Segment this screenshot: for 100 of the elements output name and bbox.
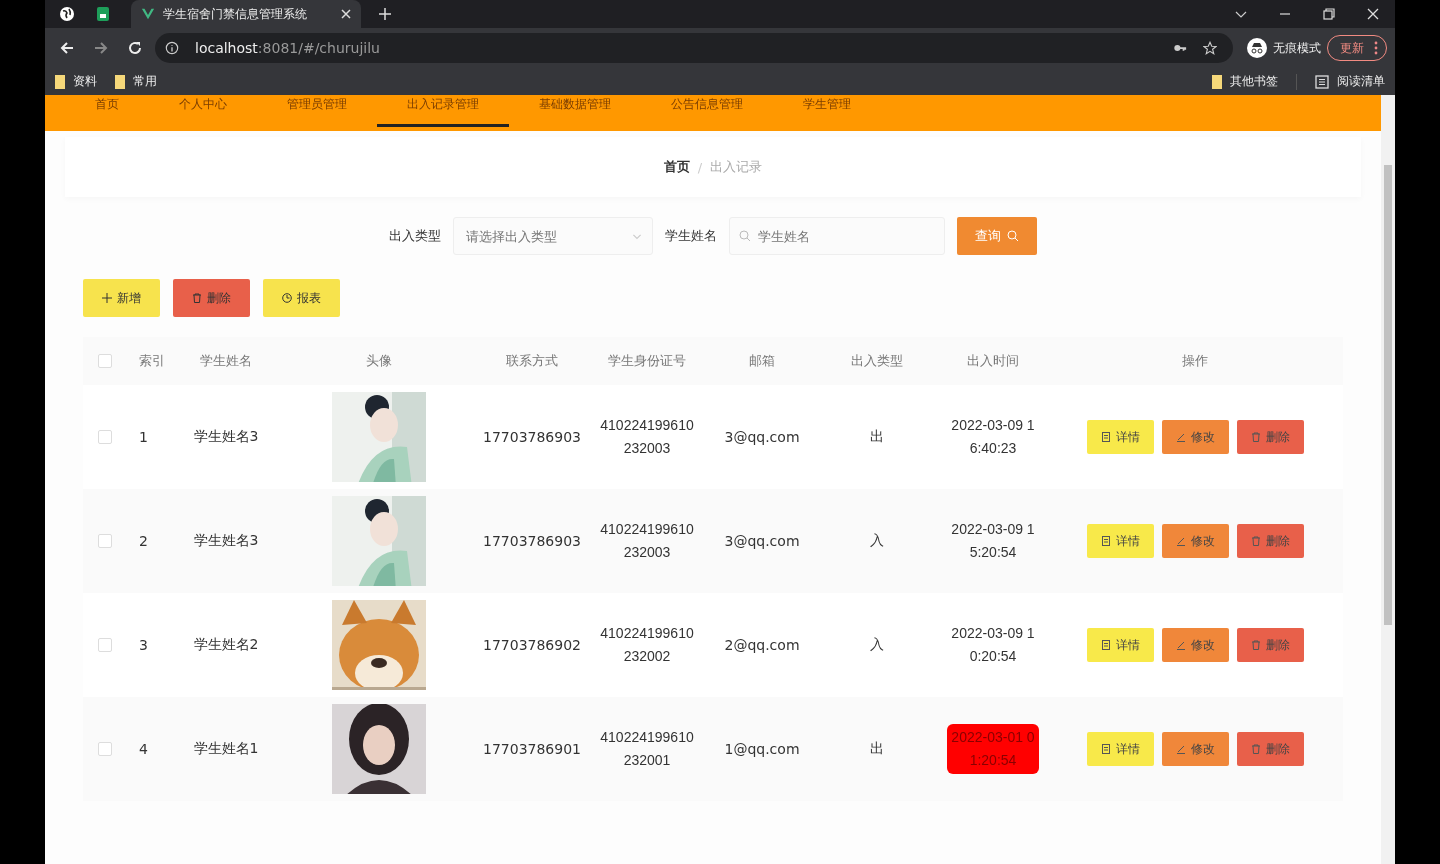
pencil-icon bbox=[1175, 640, 1186, 650]
table-cell-text: 2022-03-09 10:20:54 bbox=[950, 624, 1036, 666]
detail-button[interactable]: 详情 bbox=[1086, 524, 1154, 558]
breadcrumb-link[interactable]: 首页 bbox=[663, 158, 690, 176]
nav-item[interactable]: 公告信息管理 bbox=[641, 95, 773, 127]
detail-button[interactable]: 详情 bbox=[1086, 732, 1154, 766]
table-cell: 17703786903 bbox=[483, 533, 581, 549]
column-header: 联系方式 bbox=[506, 352, 558, 370]
address-bar[interactable]: localhost:8081/#/churujilu bbox=[155, 33, 1233, 63]
globe-icon[interactable] bbox=[59, 6, 75, 22]
bookmark[interactable]: 常用 bbox=[115, 73, 157, 90]
folder-icon bbox=[115, 74, 125, 89]
edit-button[interactable]: 修改 bbox=[1161, 420, 1229, 454]
delete-button[interactable]: 删除 bbox=[173, 279, 250, 317]
info-icon bbox=[165, 41, 179, 55]
column-header: 出入时间 bbox=[967, 352, 1019, 370]
new-tab-icon[interactable] bbox=[379, 8, 391, 20]
table-cell-text: 2022-03-09 15:20:54 bbox=[950, 520, 1036, 562]
spreadsheet-icon[interactable] bbox=[95, 6, 111, 22]
bookmark[interactable]: 其他书签 bbox=[1212, 73, 1278, 90]
forward-icon[interactable] bbox=[93, 40, 109, 56]
bookmark[interactable]: 阅读清单 bbox=[1315, 73, 1385, 90]
scrollbar-thumb[interactable] bbox=[1384, 165, 1392, 625]
row-checkbox[interactable] bbox=[98, 638, 112, 652]
browser-tab[interactable]: 学生宿舍门禁信息管理系统 bbox=[131, 0, 361, 28]
document-icon bbox=[1100, 744, 1111, 754]
highlighted-time: 2022-03-01 01:20:54 bbox=[947, 724, 1039, 774]
bookmark[interactable]: 资料 bbox=[55, 73, 97, 90]
url-text: localhost:8081/#/churujilu bbox=[195, 40, 380, 56]
nav-item[interactable]: 出入记录管理 bbox=[377, 95, 509, 127]
edit-button[interactable]: 修改 bbox=[1161, 628, 1229, 662]
column-header: 学生姓名 bbox=[200, 352, 252, 370]
incognito-label[interactable]: 无痕模式 bbox=[1273, 39, 1321, 57]
folder-icon bbox=[1212, 74, 1222, 89]
column-header: 头像 bbox=[366, 352, 392, 370]
nav-item[interactable]: 首页 bbox=[65, 95, 149, 127]
close-icon[interactable] bbox=[341, 9, 351, 19]
delete-button[interactable]: 删除 bbox=[1236, 732, 1304, 766]
nav-item[interactable]: 个人中心 bbox=[149, 95, 257, 127]
nav-item[interactable]: 学生管理 bbox=[773, 95, 881, 127]
detail-button[interactable]: 详情 bbox=[1086, 628, 1154, 662]
search-button[interactable]: 查询 bbox=[957, 217, 1037, 255]
table-cell-text: 410224199610232003 bbox=[599, 416, 695, 458]
search-field[interactable]: 学生姓名 bbox=[729, 217, 945, 255]
edit-button[interactable]: 修改 bbox=[1161, 524, 1229, 558]
more-icon bbox=[1374, 41, 1378, 55]
back-icon[interactable] bbox=[59, 40, 75, 56]
tab-title: 学生宿舍门禁信息管理系统 bbox=[163, 5, 308, 23]
table-cell: 学生姓名2 bbox=[193, 636, 259, 654]
reload-icon[interactable] bbox=[127, 40, 143, 56]
table-cell: 出 bbox=[870, 428, 884, 446]
nav-item[interactable]: 管理员管理 bbox=[257, 95, 377, 127]
clock-icon bbox=[282, 293, 292, 303]
table-cell-text: 2022-03-09 16:40:23 bbox=[950, 416, 1036, 458]
table-cell-text: 410224199610232003 bbox=[599, 520, 695, 562]
table-cell: 3@qq.com bbox=[724, 533, 800, 549]
table-cell: 3 bbox=[139, 637, 148, 653]
trash-icon bbox=[1250, 744, 1261, 754]
table-cell: 入 bbox=[870, 532, 884, 550]
folder-icon bbox=[55, 74, 65, 89]
row-checkbox[interactable] bbox=[98, 430, 112, 444]
pencil-icon bbox=[1175, 744, 1186, 754]
edit-button[interactable]: 修改 bbox=[1161, 732, 1229, 766]
breadcrumb-link[interactable]: 出入记录 bbox=[710, 158, 763, 176]
document-icon bbox=[1100, 536, 1111, 546]
trash-icon bbox=[192, 293, 202, 303]
pencil-icon bbox=[1175, 432, 1186, 442]
row-checkbox[interactable] bbox=[98, 742, 112, 756]
delete-button[interactable]: 删除 bbox=[1236, 628, 1304, 662]
document-icon bbox=[1100, 432, 1111, 442]
list-icon bbox=[1315, 74, 1329, 89]
column-header: 出入类型 bbox=[851, 352, 903, 370]
restore-icon[interactable] bbox=[1323, 8, 1335, 20]
table-cell: 1 bbox=[139, 429, 148, 445]
select-field[interactable]: 请选择出入类型 bbox=[453, 217, 653, 255]
trash-icon bbox=[1250, 432, 1261, 442]
search-icon bbox=[1007, 230, 1019, 242]
star-icon[interactable] bbox=[1203, 41, 1217, 55]
trash-icon bbox=[1250, 536, 1261, 546]
close-icon[interactable] bbox=[1367, 8, 1379, 20]
column-header: 索引 bbox=[139, 352, 165, 370]
trash-icon bbox=[1250, 640, 1261, 650]
delete-button[interactable]: 删除 bbox=[1236, 420, 1304, 454]
column-header: 操作 bbox=[1182, 352, 1208, 370]
report-button[interactable]: 报表 bbox=[263, 279, 340, 317]
table-cell: 4 bbox=[139, 741, 148, 757]
row-checkbox[interactable] bbox=[98, 534, 112, 548]
column-header: 学生身份证号 bbox=[608, 352, 686, 370]
nav-item[interactable]: 基础数据管理 bbox=[509, 95, 641, 127]
table-cell-text: 410224199610232001 bbox=[599, 728, 695, 770]
table-cell: 2@qq.com bbox=[724, 637, 800, 653]
incognito-icon bbox=[1247, 38, 1267, 58]
table-cell: 学生姓名3 bbox=[193, 532, 259, 550]
table-cell: 3@qq.com bbox=[724, 429, 800, 445]
select-all-checkbox[interactable] bbox=[98, 354, 112, 368]
table-cell: 17703786903 bbox=[483, 429, 581, 445]
add-button[interactable]: 新增 bbox=[83, 279, 160, 317]
delete-button[interactable]: 删除 bbox=[1236, 524, 1304, 558]
detail-button[interactable]: 详情 bbox=[1086, 420, 1154, 454]
column-header: 邮箱 bbox=[749, 352, 775, 370]
